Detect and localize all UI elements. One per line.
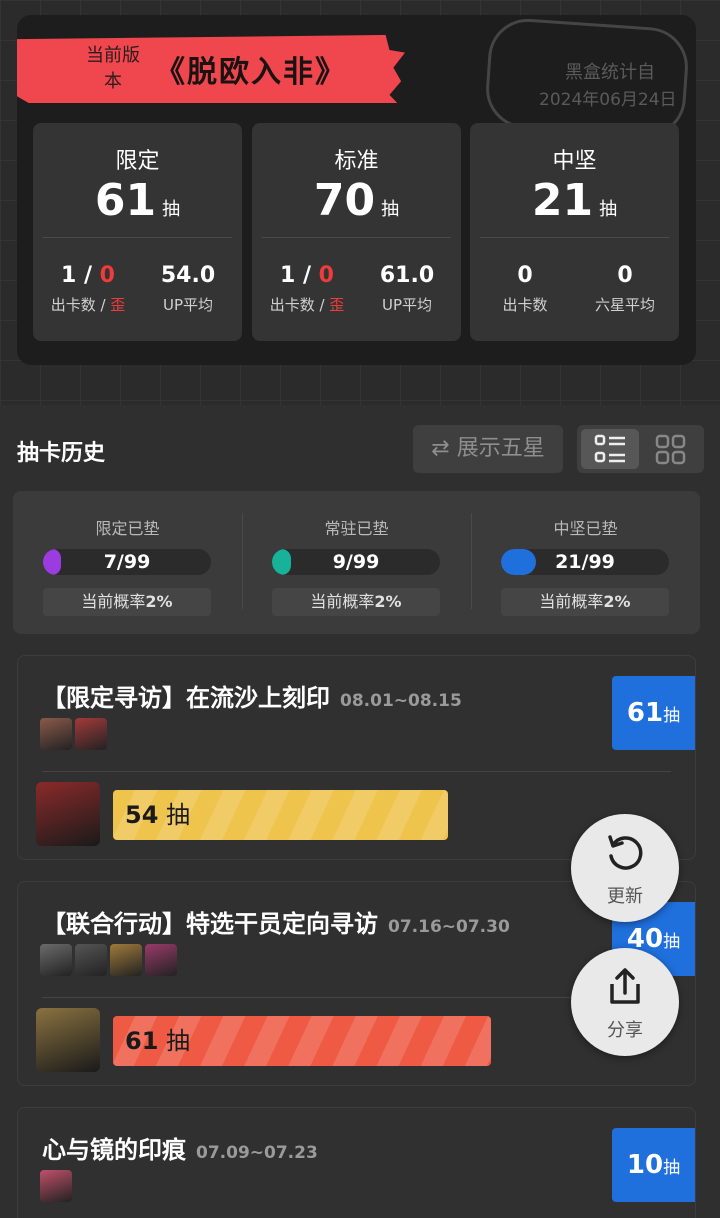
pull-unit: 抽: [381, 199, 400, 220]
divider: [42, 771, 671, 772]
divider: [480, 237, 669, 238]
stat-cards: 1 / 0 出卡数 / 歪: [269, 263, 345, 314]
pity-label: 限定已垫: [95, 519, 160, 538]
operator-thumbnail[interactable]: [40, 944, 72, 976]
pool-date: 07.16~07.30: [388, 917, 510, 937]
panel-title: 限定: [115, 149, 160, 174]
share-label: 分享: [607, 1020, 643, 1041]
off-banner-count: 0: [99, 263, 115, 288]
current-rate: 当前概率2%: [272, 588, 440, 616]
operator-avatar[interactable]: [36, 1008, 100, 1072]
pull-count: 70: [313, 175, 376, 226]
pity-bar: 9/99: [272, 549, 440, 575]
operator-thumbnail[interactable]: [40, 718, 72, 750]
divider: [43, 237, 232, 238]
grid-view-button[interactable]: [642, 429, 700, 469]
divider: [262, 237, 451, 238]
stat-cards: 0 出卡数: [502, 263, 548, 314]
pull-unit: 抽: [599, 199, 618, 220]
stat-cards: 1 / 0 出卡数 / 歪: [50, 263, 126, 314]
operator-avatar[interactable]: [36, 782, 100, 846]
list-view-button[interactable]: [581, 429, 639, 469]
pool-date: 07.09~07.23: [196, 1143, 318, 1163]
refresh-button[interactable]: 更新: [571, 814, 679, 922]
pity-standard: 常驻已垫 9/99 当前概率2%: [242, 491, 471, 634]
panel-title: 中坚: [552, 149, 597, 174]
stat-six-star-average: 0 六星平均: [594, 263, 655, 314]
pull-bar: 61 抽: [113, 1016, 491, 1066]
card-count: 1: [61, 263, 77, 288]
card-count: 0: [517, 263, 533, 288]
pull-unit: 抽: [162, 199, 181, 220]
summary-card: 黑盒统计自 2024年06月24日 当前版本 《脱欧入非》 限定 61 抽 1 /…: [17, 15, 696, 365]
stat-up-average: 61.0 UP平均: [379, 263, 435, 314]
grid-icon: [655, 434, 686, 465]
pull-total-badge: 61抽: [612, 676, 695, 750]
pity-value: 7/99: [103, 551, 151, 573]
panel-title: 标准: [334, 149, 379, 174]
panel-limited: 限定 61 抽 1 / 0 出卡数 / 歪 54.0 UP平均: [33, 123, 242, 341]
stat-up-average: 54.0 UP平均: [160, 263, 216, 314]
view-switcher: [577, 425, 704, 473]
list-icon: [594, 434, 625, 463]
pity-bar: 21/99: [501, 549, 669, 575]
stamp-date: 2024年06月24日: [539, 90, 677, 110]
pity-value: 9/99: [332, 551, 380, 573]
share-icon: [610, 968, 640, 1004]
pool-name: 【限定寻访】在流沙上刻印: [42, 684, 330, 712]
operator-thumbnail[interactable]: [40, 1170, 72, 1202]
panel-standard: 标准 70 抽 1 / 0 出卡数 / 歪 61.0 UP平均: [252, 123, 461, 341]
refresh-label: 更新: [607, 886, 643, 907]
off-banner-count: 0: [318, 263, 334, 288]
pity-label: 中坚已垫: [553, 519, 618, 538]
current-rate: 当前概率2%: [501, 588, 669, 616]
pull-count: 21: [531, 175, 594, 226]
pool-card[interactable]: 心与镜的印痕 07.09~07.23 10抽: [17, 1107, 696, 1218]
show-five-star-toggle[interactable]: ⇄ 展示五星: [413, 425, 563, 473]
pity-panel: 限定已垫 7/99 当前概率2% 常驻已垫 9/99 当前概率2% 中坚已垫 2…: [13, 491, 700, 634]
refresh-icon: [608, 835, 643, 870]
operator-thumbnail[interactable]: [110, 944, 142, 976]
panel-mid: 中坚 21 抽 0 出卡数 0 六星平均: [470, 123, 679, 341]
operator-thumbnails: [40, 718, 110, 754]
pity-value: 21/99: [555, 551, 615, 573]
operator-thumbnail[interactable]: [75, 718, 107, 750]
operator-thumbnail[interactable]: [145, 944, 177, 976]
banner-subtitle: 当前版本: [86, 45, 140, 92]
pool-name: 心与镜的印痕: [42, 1136, 186, 1164]
pool-date: 08.01~08.15: [340, 691, 462, 711]
pity-limited: 限定已垫 7/99 当前概率2%: [13, 491, 242, 634]
stamp-title: 黑盒统计自: [565, 62, 655, 83]
current-rate: 当前概率2%: [43, 588, 211, 616]
pity-mid: 中坚已垫 21/99 当前概率2%: [471, 491, 700, 634]
version-banner: 当前版本 《脱欧入非》: [17, 35, 405, 103]
operator-thumbnails: [40, 944, 180, 980]
history-title: 抽卡历史: [17, 441, 106, 466]
operator-thumbnail[interactable]: [75, 944, 107, 976]
pull-count: 61: [94, 175, 157, 226]
pull-bar: 54 抽: [113, 790, 448, 840]
pool-name: 【联合行动】特选干员定向寻访: [42, 910, 378, 938]
card-count: 1: [280, 263, 296, 288]
operator-thumbnails: [40, 1170, 75, 1206]
pull-total-badge: 10抽: [612, 1128, 695, 1202]
share-button[interactable]: 分享: [571, 948, 679, 1056]
pity-bar: 7/99: [43, 549, 211, 575]
pity-label: 常驻已垫: [324, 519, 389, 538]
banner-title: 《脱欧入非》: [155, 55, 347, 90]
